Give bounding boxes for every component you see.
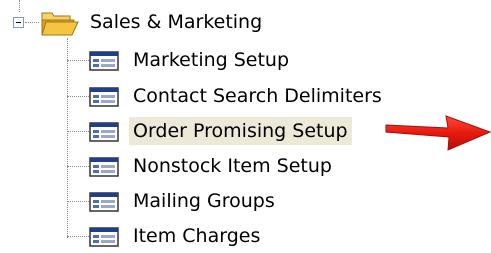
- annotation-arrow-icon: [385, 115, 491, 151]
- tree-line: [25, 22, 39, 23]
- tree-item-mailing-groups[interactable]: Mailing Groups: [0, 184, 491, 218]
- tree-root-label[interactable]: Sales & Marketing: [90, 8, 262, 36]
- form-icon: [89, 122, 119, 142]
- collapse-toggle-icon[interactable]: [13, 17, 24, 28]
- form-icon: [89, 192, 119, 212]
- form-icon: [89, 51, 119, 71]
- tree-item-label: Mailing Groups: [133, 190, 275, 212]
- tree-line: [67, 166, 89, 167]
- tree-line: [67, 96, 89, 97]
- open-folder-icon: [41, 12, 79, 36]
- form-icon: [89, 157, 119, 177]
- tree-line: [19, 0, 20, 12]
- tree-line: [67, 201, 89, 202]
- tree-item-label: Contact Search Delimiters: [133, 85, 382, 107]
- tree-line: [67, 131, 89, 132]
- tree-item-label: Marketing Setup: [133, 49, 290, 71]
- tree-line: [67, 236, 89, 237]
- form-icon: [89, 87, 119, 107]
- tree-item-label-selected: Order Promising Setup: [129, 117, 352, 145]
- tree-item-nonstock-item-setup[interactable]: Nonstock Item Setup: [0, 149, 491, 183]
- navigation-tree: Sales & Marketing Marketing Setup Contac…: [0, 0, 491, 250]
- tree-item-marketing-setup[interactable]: Marketing Setup: [0, 43, 491, 77]
- tree-item-item-charges[interactable]: Item Charges: [0, 219, 491, 253]
- tree-line: [67, 60, 89, 61]
- tree-item-label: Item Charges: [133, 225, 261, 247]
- form-icon: [89, 227, 119, 247]
- tree-item-label: Nonstock Item Setup: [133, 155, 332, 177]
